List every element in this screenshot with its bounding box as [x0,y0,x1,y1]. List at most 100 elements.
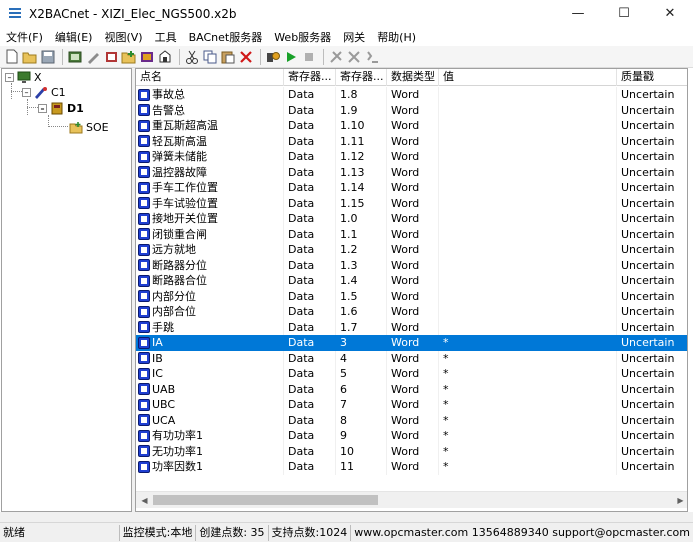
menu-edit[interactable]: 编辑(E) [49,29,99,45]
add-device-icon[interactable] [85,49,101,65]
close-button[interactable]: ✕ [647,0,693,27]
cell-data-type: Word [387,412,439,428]
table-row[interactable]: IC Data 5 Word * Uncertain [136,366,687,382]
column-header-quality[interactable]: 质量戳 [617,69,687,86]
table-row[interactable]: 手车试验位置 Data 1.15 Word Uncertain [136,195,687,212]
run-icon[interactable] [283,49,299,65]
tree-node-label: SOE [86,120,109,134]
delete-icon[interactable] [238,49,254,65]
settings-icon[interactable] [265,49,281,65]
collapse-icon[interactable]: – [38,103,47,113]
menu-tools[interactable]: 工具 [149,29,183,45]
table-row[interactable]: IB Data 4 Word * Uncertain [136,350,687,366]
tree-node-group[interactable]: SOE [69,119,109,135]
menu-file[interactable]: 文件(F) [0,29,49,45]
menu-web-server[interactable]: Web服务器 [268,29,337,45]
tag-name: 断路器分位 [152,258,207,272]
cell-data-type: Word [387,459,439,475]
table-row[interactable]: 轻瓦斯高温 Data 1.11 Word Uncertain [136,133,687,149]
table-row[interactable]: 断路器合位 Data 1.4 Word Uncertain [136,273,687,289]
table-row[interactable]: 功率因数1 Data 11 Word * Uncertain [136,459,687,475]
tag-icon [138,228,150,241]
table-row[interactable]: 重瓦斯超高温 Data 1.10 Word Uncertain [136,118,687,134]
cell-name: 事故总 [136,87,284,103]
tool-b-icon[interactable] [346,49,362,65]
cell-value: * [439,381,617,397]
tool-c-icon[interactable] [364,49,380,65]
tool-a-icon[interactable] [328,49,344,65]
table-row[interactable]: 远方就地 Data 1.2 Word Uncertain [136,242,687,258]
minimize-button[interactable]: — [555,0,601,27]
cell-register-type: Data [284,257,336,273]
table-row[interactable]: 无功功率1 Data 10 Word * Uncertain [136,443,687,459]
save-icon[interactable] [40,49,56,65]
add-tag-icon[interactable] [103,49,119,65]
menu-help[interactable]: 帮助(H) [371,29,422,45]
table-row[interactable]: 事故总 Data 1.8 Word Uncertain [136,87,687,103]
collapse-icon[interactable]: – [5,72,14,82]
table-row[interactable]: IA Data 3 Word * Uncertain [136,335,687,351]
menu-bacnet-server[interactable]: BACnet服务器 [183,29,269,45]
open-folder-icon[interactable] [22,49,38,65]
cell-value: * [439,428,617,444]
add-channel-icon[interactable] [67,49,83,65]
column-header-name[interactable]: 点名 [136,69,284,86]
cell-register-type: Data [284,459,336,475]
tree-node-device[interactable]: – D1 [38,100,84,116]
cell-register-type: Data [284,149,336,165]
table-row[interactable]: 弹簧未储能 Data 1.12 Word Uncertain [136,149,687,165]
cell-data-type: Word [387,366,439,382]
cell-value [439,304,617,320]
import-icon[interactable] [139,49,155,65]
table-row[interactable]: 内部分位 Data 1.5 Word Uncertain [136,288,687,304]
tag-name: 远方就地 [152,243,196,257]
table-row[interactable]: UBC Data 7 Word * Uncertain [136,397,687,413]
add-group-icon[interactable] [121,49,137,65]
cell-name: 内部分位 [136,288,284,304]
menu-gateway[interactable]: 网关 [337,29,371,45]
scroll-left-icon[interactable]: ◀ [136,492,153,509]
new-file-icon[interactable] [4,49,20,65]
cell-quality: Uncertain [617,196,687,212]
tag-name: IB [152,351,163,365]
scroll-right-icon[interactable]: ▶ [672,492,687,509]
maximize-button[interactable]: ☐ [601,0,647,27]
table-row[interactable]: 有功功率1 Data 9 Word * Uncertain [136,428,687,444]
collapse-icon[interactable]: – [22,87,31,97]
tag-icon [138,460,150,473]
cell-value [439,288,617,304]
tree-node-root[interactable]: – X [5,69,42,85]
stop-icon[interactable] [301,49,317,65]
column-header-data-type[interactable]: 数据类型 [387,69,439,86]
copy-icon[interactable] [202,49,218,65]
scroll-thumb[interactable] [153,495,378,505]
table-row[interactable]: 告警总 Data 1.9 Word Uncertain [136,102,687,118]
table-row[interactable]: 闭锁重合闸 Data 1.1 Word Uncertain [136,226,687,242]
paste-icon[interactable] [220,49,236,65]
table-row[interactable]: 接地开关位置 Data 1.0 Word Uncertain [136,211,687,227]
cell-name: IA [136,335,284,351]
column-header-register-type[interactable]: 寄存器... [284,69,336,86]
cut-icon[interactable] [184,49,200,65]
table-row[interactable]: 温控器故障 Data 1.13 Word Uncertain [136,164,687,181]
menu-view[interactable]: 视图(V) [98,29,148,45]
table-row[interactable]: UAB Data 6 Word * Uncertain [136,381,687,397]
table-row[interactable]: UCA Data 8 Word * Uncertain [136,412,687,428]
cell-register-address: 1.11 [336,133,387,149]
tree-panel: – X – C1 – D1 SOE [1,68,132,512]
table-row[interactable]: 断路器分位 Data 1.3 Word Uncertain [136,257,687,273]
horizontal-scrollbar[interactable]: ◀ ▶ [136,491,687,509]
cell-register-address: 1.14 [336,180,387,196]
column-header-register-address[interactable]: 寄存器... [336,69,387,86]
export-icon[interactable] [157,49,173,65]
tree-node-channel[interactable]: – C1 [22,84,66,100]
cell-quality: Uncertain [617,165,687,181]
tag-icon [138,150,150,163]
cell-name: UBC [136,397,284,413]
table-row[interactable]: 内部合位 Data 1.6 Word Uncertain [136,304,687,320]
table-row[interactable]: 手跳 Data 1.7 Word Uncertain [136,319,687,335]
tag-icon [138,259,150,272]
table-row[interactable]: 手车工作位置 Data 1.14 Word Uncertain [136,180,687,196]
column-header-value[interactable]: 值 [439,69,617,86]
status-ready: 就绪 [3,525,25,539]
